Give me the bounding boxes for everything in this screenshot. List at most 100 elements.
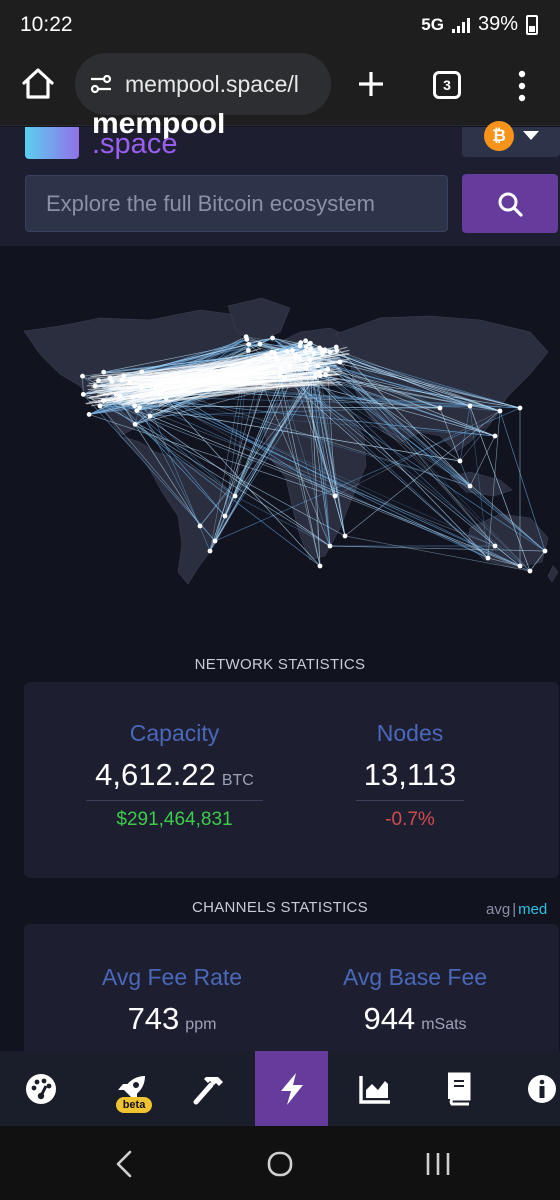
node-point[interactable]: [317, 373, 323, 379]
node-point[interactable]: [492, 433, 498, 439]
nav-about[interactable]: [505, 1051, 560, 1126]
home-button[interactable]: [18, 64, 58, 104]
node-point[interactable]: [319, 351, 325, 357]
system-home-button[interactable]: [260, 1144, 300, 1184]
node-point[interactable]: [138, 384, 144, 390]
node-point[interactable]: [121, 373, 127, 379]
node-point[interactable]: [317, 563, 323, 569]
node-point[interactable]: [497, 408, 503, 414]
node-point[interactable]: [130, 394, 136, 400]
node-point[interactable]: [267, 355, 273, 361]
mempool-logo[interactable]: mempool .space: [92, 113, 252, 163]
node-point[interactable]: [277, 373, 283, 379]
node-point[interactable]: [132, 403, 137, 409]
node-point[interactable]: [307, 341, 312, 347]
node-point[interactable]: [313, 372, 318, 377]
node-point[interactable]: [284, 349, 290, 354]
node-point[interactable]: [152, 384, 158, 389]
node-point[interactable]: [542, 548, 548, 554]
node-point[interactable]: [297, 356, 302, 361]
node-point[interactable]: [80, 391, 86, 397]
node-point[interactable]: [527, 568, 533, 574]
node-point[interactable]: [323, 372, 328, 378]
node-point[interactable]: [290, 348, 295, 353]
back-button[interactable]: [106, 1144, 146, 1184]
node-point[interactable]: [222, 513, 228, 519]
node-point[interactable]: [132, 421, 138, 427]
node-point[interactable]: [243, 334, 249, 340]
node-point[interactable]: [325, 366, 331, 372]
node-point[interactable]: [315, 363, 321, 369]
node-point[interactable]: [127, 378, 133, 384]
node-point[interactable]: [303, 365, 309, 371]
node-point[interactable]: [308, 346, 314, 352]
node-point[interactable]: [342, 533, 348, 539]
address-bar[interactable]: mempool.space/l: [75, 53, 331, 115]
mempool-logo-icon[interactable]: [25, 127, 79, 159]
nav-dashboard[interactable]: [4, 1051, 77, 1126]
node-point[interactable]: [101, 398, 106, 404]
node-point[interactable]: [517, 405, 523, 411]
node-point[interactable]: [337, 359, 343, 365]
node-point[interactable]: [245, 347, 251, 353]
browser-menu-button[interactable]: [510, 66, 534, 106]
node-point[interactable]: [281, 375, 287, 380]
node-point[interactable]: [232, 493, 238, 499]
toggle-med[interactable]: med: [518, 901, 547, 918]
node-point[interactable]: [261, 356, 267, 362]
node-point[interactable]: [207, 548, 213, 554]
nav-mining[interactable]: [172, 1051, 245, 1126]
nav-lightning[interactable]: [255, 1051, 328, 1126]
node-point[interactable]: [119, 377, 125, 383]
node-point[interactable]: [101, 369, 107, 375]
nav-docs[interactable]: [421, 1051, 494, 1126]
search-button[interactable]: [462, 174, 558, 233]
toggle-avg[interactable]: avg: [486, 901, 510, 918]
node-point[interactable]: [139, 369, 145, 375]
nav-graphs[interactable]: [338, 1051, 411, 1126]
node-point[interactable]: [467, 403, 473, 409]
node-point[interactable]: [302, 349, 308, 354]
node-point[interactable]: [327, 543, 333, 549]
node-point[interactable]: [257, 341, 263, 347]
node-point[interactable]: [270, 335, 275, 341]
node-point[interactable]: [307, 357, 313, 363]
node-point[interactable]: [437, 405, 443, 411]
node-point[interactable]: [311, 350, 317, 356]
avg-med-toggle[interactable]: avg | med: [486, 901, 547, 918]
lightning-world-map[interactable]: [0, 246, 560, 626]
node-point[interactable]: [492, 543, 498, 549]
node-point[interactable]: [278, 365, 284, 371]
url-text[interactable]: mempool.space/l: [125, 71, 299, 98]
node-point[interactable]: [272, 350, 278, 356]
node-point[interactable]: [134, 408, 140, 414]
nav-accelerator[interactable]: [95, 1051, 168, 1126]
node-point[interactable]: [163, 395, 169, 401]
node-point[interactable]: [197, 523, 203, 529]
node-point[interactable]: [303, 338, 309, 344]
tab-switcher-button[interactable]: 3: [433, 71, 461, 99]
node-point[interactable]: [457, 458, 463, 464]
recents-button[interactable]: [418, 1144, 458, 1184]
node-point[interactable]: [147, 413, 153, 419]
node-point[interactable]: [157, 391, 163, 397]
node-point[interactable]: [287, 364, 293, 370]
node-point[interactable]: [92, 383, 98, 389]
node-point[interactable]: [80, 373, 85, 379]
node-point[interactable]: [86, 412, 92, 417]
node-point[interactable]: [517, 563, 523, 569]
node-point[interactable]: [327, 349, 333, 355]
node-point[interactable]: [275, 357, 281, 363]
node-point[interactable]: [97, 403, 103, 409]
node-point[interactable]: [109, 379, 115, 384]
new-tab-button[interactable]: [351, 64, 391, 104]
node-point[interactable]: [332, 493, 338, 499]
search-input[interactable]: [25, 175, 448, 232]
site-settings-icon[interactable]: [89, 73, 113, 95]
node-point[interactable]: [298, 340, 304, 346]
node-point[interactable]: [467, 483, 473, 489]
node-point[interactable]: [334, 348, 340, 353]
node-point[interactable]: [246, 341, 252, 347]
node-point[interactable]: [212, 538, 218, 544]
node-point[interactable]: [96, 378, 101, 384]
